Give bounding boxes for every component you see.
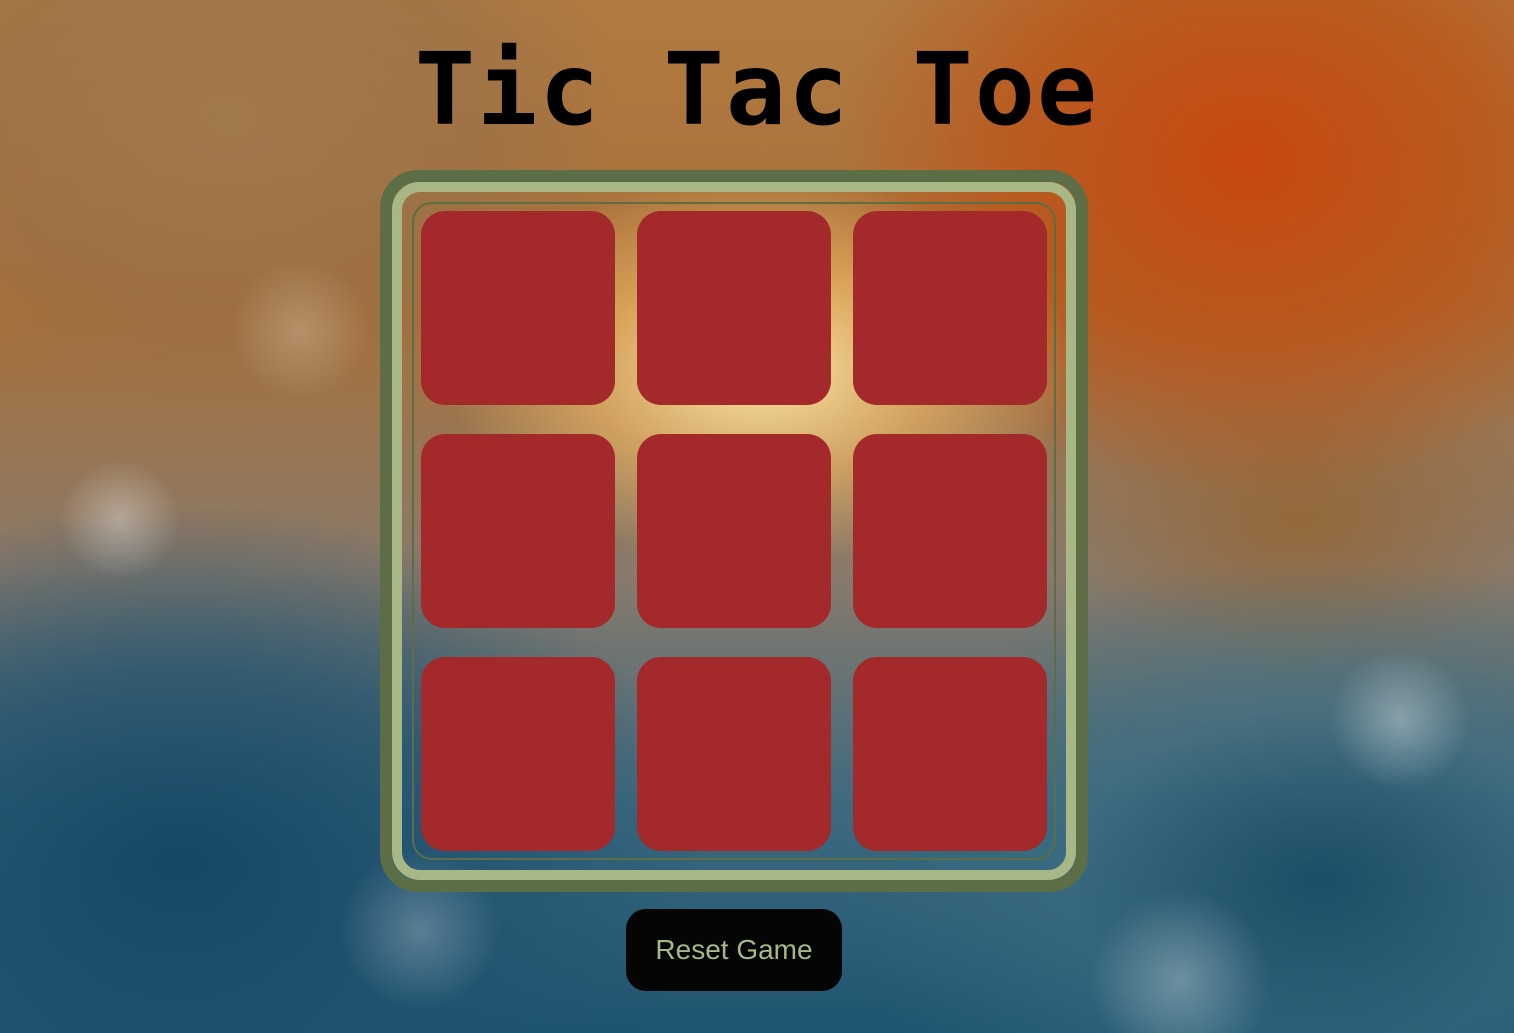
- board-cell-8[interactable]: [637, 657, 831, 851]
- board-cell-2[interactable]: [637, 211, 831, 405]
- board-cell-7[interactable]: [421, 657, 615, 851]
- board-cell-4[interactable]: [421, 434, 615, 628]
- game-board: [421, 211, 1047, 851]
- board-cell-6[interactable]: [853, 434, 1047, 628]
- game-page: { "game": { "title": "Tic Tac Toe", "boa…: [0, 0, 1514, 1033]
- board-cell-9[interactable]: [853, 657, 1047, 851]
- reset-game-button[interactable]: Reset Game: [626, 909, 842, 991]
- board-cell-5[interactable]: [637, 434, 831, 628]
- game-title: Tic Tac Toe: [414, 31, 1100, 148]
- board-cell-1[interactable]: [421, 211, 615, 405]
- board-cell-3[interactable]: [853, 211, 1047, 405]
